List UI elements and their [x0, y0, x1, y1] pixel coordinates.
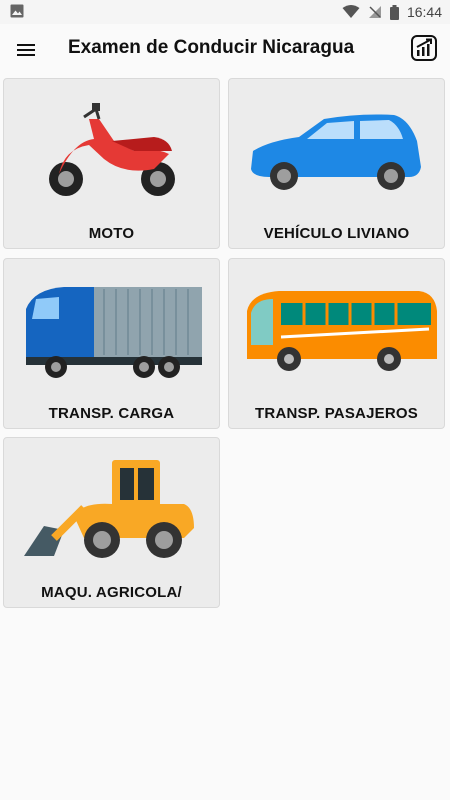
- no-signal-icon: [368, 6, 381, 18]
- category-card-moto[interactable]: MOTO: [3, 78, 220, 249]
- category-label: MOTO: [88, 225, 135, 242]
- image-icon: [10, 4, 24, 18]
- car-icon: [251, 114, 421, 190]
- truck-icon: [26, 287, 202, 378]
- category-card-transp-carga[interactable]: TRANSP. CARGA: [3, 258, 220, 429]
- category-label: TRANSP. CARGA: [48, 405, 175, 422]
- bulldozer-icon: [24, 460, 194, 558]
- status-bar: 16:44: [0, 0, 450, 24]
- category-label: TRANSP. PASAJEROS: [255, 405, 418, 422]
- motorcycle-icon: [49, 103, 175, 196]
- status-time: 16:44: [406, 4, 442, 20]
- stats-chart-icon[interactable]: [410, 34, 438, 62]
- app-title: Examen de Conducir Nicaragua: [68, 37, 355, 58]
- bus-icon: [247, 291, 437, 371]
- menu-icon[interactable]: [14, 38, 38, 62]
- category-label: MAQU. AGRICOLA/: [41, 584, 182, 601]
- app-bar: Examen de Conducir Nicaragua: [0, 24, 450, 76]
- category-label: VEHÍCULO LIVIANO: [263, 225, 410, 242]
- category-card-transp-pasajeros[interactable]: TRANSP. PASAJEROS: [228, 258, 445, 429]
- category-card-maqu-agricola[interactable]: MAQU. AGRICOLA/: [3, 437, 220, 608]
- battery-icon: [389, 4, 399, 20]
- category-card-vehiculo-liviano[interactable]: VEHÍCULO LIVIANO: [228, 78, 445, 249]
- wifi-icon: [342, 5, 360, 18]
